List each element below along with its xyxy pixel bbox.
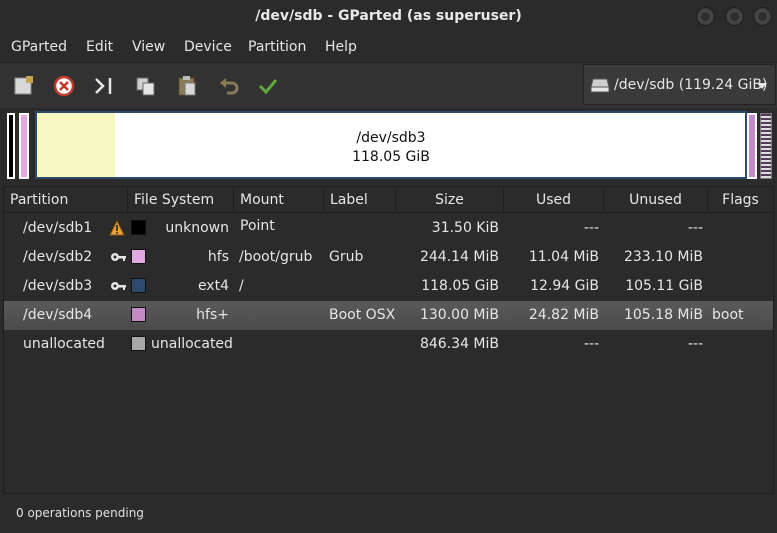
menu-bar: GParted Edit View Device Partition Help	[0, 34, 777, 62]
table-row[interactable]: /dev/sdb2 hfs/boot/grub Grub 244.14 MiB 11.0…	[4, 243, 773, 272]
table-row[interactable]: /dev/sdb4 hfs+ Boot OSX 130.00 MiB 24.82 MiB…	[4, 301, 773, 330]
resize-move-icon[interactable]	[91, 73, 117, 99]
disk-graph: /dev/sdb3 118.05 GiB	[3, 110, 774, 184]
graph-unallocated[interactable]	[760, 113, 772, 179]
cell-filesystem: unknown	[165, 220, 229, 236]
menu-view[interactable]: View	[132, 39, 165, 55]
cell-size: 244.14 MiB	[419, 249, 499, 265]
cell-used: 11.04 MiB	[528, 249, 599, 265]
partition-table: Partition File System Mount Point Label …	[3, 186, 774, 494]
delete-icon[interactable]	[51, 73, 77, 99]
col-used[interactable]: Used	[504, 187, 604, 213]
warning-icon	[109, 220, 125, 236]
col-label[interactable]: Label	[324, 187, 396, 213]
cell-partition: /dev/sdb4	[23, 307, 93, 323]
status-text: 0 operations pending	[16, 506, 144, 520]
cell-partition: unallocated	[23, 336, 105, 352]
cell-filesystem: unallocated	[151, 336, 233, 352]
table-row[interactable]: unallocated unallocated 846.34 MiB --- ---	[4, 330, 773, 359]
graph-sdb2[interactable]	[19, 113, 29, 179]
cell-mountpoint: /boot/grub	[239, 249, 313, 265]
fs-color-swatch	[131, 307, 146, 322]
col-partition[interactable]: Partition	[4, 187, 128, 213]
cell-label: Grub	[329, 249, 364, 265]
graph-sdb4[interactable]	[747, 113, 757, 179]
new-partition-icon[interactable]	[11, 73, 37, 99]
undo-icon[interactable]	[216, 73, 242, 99]
menu-device[interactable]: Device	[184, 39, 232, 55]
cell-size: 846.34 MiB	[419, 336, 499, 352]
cell-unused: ---	[687, 220, 703, 236]
lock-icon	[111, 253, 126, 261]
graph-partition-name: /dev/sdb3	[356, 130, 426, 146]
cell-size: 118.05 GiB	[421, 278, 499, 294]
graph-sdb3[interactable]: /dev/sdb3 118.05 GiB	[35, 111, 747, 179]
cell-used: 12.94 GiB	[530, 278, 599, 294]
table-row[interactable]: /dev/sdb1 unknown 31.50 KiB --- ---	[4, 214, 773, 243]
window-title: /dev/sdb - GParted (as superuser)	[255, 8, 522, 24]
title-bar: /dev/sdb - GParted (as superuser)	[0, 0, 777, 34]
cell-size: 130.00 MiB	[419, 307, 499, 323]
menu-edit[interactable]: Edit	[86, 39, 113, 55]
table-row[interactable]: /dev/sdb3 ext4 / 118.05 GiB 12.94 GiB 105.11 …	[4, 272, 773, 301]
graph-partition-size: 118.05 GiB	[352, 149, 430, 165]
cell-partition: /dev/sdb3	[23, 278, 93, 294]
col-filesystem[interactable]: File System	[128, 187, 234, 213]
close-button[interactable]	[753, 7, 772, 26]
graph-sdb1[interactable]	[7, 113, 15, 179]
menu-gparted[interactable]: GParted	[11, 39, 67, 55]
chevron-down-icon	[757, 83, 767, 89]
cell-filesystem: ext4	[197, 278, 229, 294]
cell-used: 24.82 MiB	[528, 307, 599, 323]
cell-unused: 233.10 MiB	[623, 249, 703, 265]
fs-color-swatch	[131, 278, 146, 293]
cell-label: Boot OSX	[329, 307, 396, 323]
col-unused[interactable]: Unused	[604, 187, 708, 213]
fs-color-swatch	[131, 336, 146, 351]
cell-used: ---	[583, 220, 599, 236]
cell-partition: /dev/sdb1	[23, 220, 93, 236]
cell-size: 31.50 KiB	[431, 220, 499, 236]
cell-partition: /dev/sdb2	[23, 249, 93, 265]
paste-icon[interactable]	[174, 73, 200, 99]
apply-icon[interactable]	[255, 73, 281, 99]
status-bar: 0 operations pending	[0, 494, 777, 533]
minimize-button[interactable]	[696, 7, 715, 26]
drive-icon	[590, 78, 610, 93]
menu-partition[interactable]: Partition	[248, 39, 306, 55]
menu-help[interactable]: Help	[325, 39, 357, 55]
cell-unused: 105.18 MiB	[623, 307, 703, 323]
fs-color-swatch	[131, 249, 146, 264]
fs-color-swatch	[131, 220, 146, 235]
cell-flags: boot	[712, 307, 744, 323]
device-label: /dev/sdb (119.24 GiB)	[614, 77, 768, 93]
cell-unused: 105.11 GiB	[625, 278, 703, 294]
col-flags[interactable]: Flags	[708, 187, 773, 213]
cell-used: ---	[583, 336, 599, 352]
col-mountpoint[interactable]: Mount Point	[234, 187, 324, 234]
cell-mountpoint: /	[239, 278, 244, 294]
maximize-button[interactable]	[725, 7, 744, 26]
col-size[interactable]: Size	[396, 187, 504, 213]
device-selector[interactable]: /dev/sdb (119.24 GiB)	[583, 64, 776, 105]
lock-icon	[111, 282, 126, 290]
cell-filesystem: hfs+	[196, 307, 229, 323]
table-header: Partition File System Mount Point Label …	[4, 187, 773, 234]
cell-unused: ---	[687, 336, 703, 352]
cell-filesystem: hfs	[207, 249, 229, 265]
copy-icon[interactable]	[133, 73, 159, 99]
